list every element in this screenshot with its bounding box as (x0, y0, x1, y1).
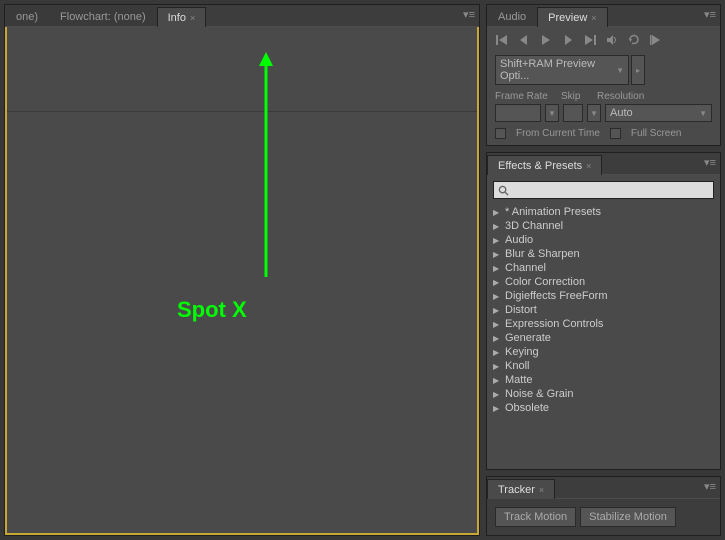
tree-item-label: Noise & Grain (505, 388, 573, 400)
tree-item[interactable]: ▶ Expression Controls (493, 317, 714, 331)
tree-item[interactable]: ▶ * Animation Presets (493, 205, 714, 219)
prev-frame-icon[interactable] (517, 33, 531, 47)
chevron-right-icon: ▶ (493, 222, 501, 231)
chevron-right-icon: ▶ (493, 376, 501, 385)
tracker-panel: Tracker × ▾≡ Track Motion Stabilize Moti… (486, 476, 721, 536)
tree-item-label: Audio (505, 234, 533, 246)
chevron-right-icon: ▶ (493, 362, 501, 371)
tree-item-label: Obsolete (505, 402, 549, 414)
panel-menu-icon[interactable]: ▾≡ (704, 156, 716, 169)
panel-menu-icon[interactable]: ▾≡ (463, 8, 475, 21)
tab-flowchart[interactable]: Flowchart: (none) (49, 6, 157, 26)
tree-item[interactable]: ▶ Knoll (493, 359, 714, 373)
tree-item-label: Expression Controls (505, 318, 603, 330)
chevron-right-icon: ▶ (493, 292, 501, 301)
effects-search-input[interactable] (513, 184, 709, 196)
search-icon (498, 185, 509, 196)
panel-menu-icon[interactable]: ▾≡ (704, 480, 716, 493)
close-icon[interactable]: × (539, 485, 544, 495)
tree-item-label: Matte (505, 374, 533, 386)
tab-one[interactable]: one) (5, 6, 49, 26)
skip-label: Skip (561, 91, 591, 102)
chevron-right-icon: ▶ (493, 306, 501, 315)
frame-rate-field[interactable] (495, 104, 541, 122)
tree-item-label: Digieffects FreeForm (505, 290, 608, 302)
ram-preview-icon[interactable] (649, 33, 663, 47)
tree-item-label: Blur & Sharpen (505, 248, 580, 260)
transport-controls (495, 33, 712, 47)
effects-search[interactable] (493, 181, 714, 199)
from-current-time-checkbox[interactable] (495, 128, 506, 139)
effects-panel: Effects & Presets × ▾≡ ▶ * Animation Pres… (486, 152, 721, 470)
chevron-right-icon: ▶ (493, 278, 501, 287)
tree-item[interactable]: ▶ Noise & Grain (493, 387, 714, 401)
chevron-right-icon: ▶ (493, 404, 501, 413)
from-current-time-label: From Current Time (516, 128, 600, 139)
play-icon[interactable] (539, 33, 553, 47)
panel-menu-icon[interactable]: ▾≡ (704, 8, 716, 21)
resolution-dropdown[interactable]: Auto▼ (605, 104, 712, 122)
tree-item[interactable]: ▶ Channel (493, 261, 714, 275)
preview-options-flyout[interactable]: ▸ (631, 55, 645, 85)
tree-item[interactable]: ▶ Color Correction (493, 275, 714, 289)
tree-item-label: * Animation Presets (505, 206, 601, 218)
skip-stepper[interactable]: ▼ (587, 104, 601, 122)
chevron-right-icon: ▶ (493, 208, 501, 217)
close-icon[interactable]: × (586, 161, 591, 171)
chevron-right-icon: ▶ (493, 348, 501, 357)
tree-item-label: 3D Channel (505, 220, 563, 232)
effects-tree: ▶ * Animation Presets ▶ 3D Channel ▶ Audio ▶ Bl… (491, 205, 716, 419)
tree-item-label: Keying (505, 346, 539, 358)
right-column: Audio Preview × ▾≡ (486, 4, 721, 536)
next-frame-icon[interactable] (561, 33, 575, 47)
tree-item-label: Channel (505, 262, 546, 274)
tab-audio[interactable]: Audio (487, 6, 537, 26)
first-frame-icon[interactable] (495, 33, 509, 47)
frame-rate-label: Frame Rate (495, 91, 555, 102)
tree-item[interactable]: ▶ Digieffects FreeForm (493, 289, 714, 303)
close-icon[interactable]: × (190, 13, 195, 23)
mute-icon[interactable] (605, 33, 619, 47)
tree-item[interactable]: ▶ Keying (493, 345, 714, 359)
main-panel: one) Flowchart: (none) Info × ▾≡ Spot X (4, 4, 480, 536)
preview-options-dropdown[interactable]: Shift+RAM Preview Opti...▼ (495, 55, 629, 85)
tree-item-label: Knoll (505, 360, 529, 372)
resolution-label: Resolution (597, 91, 644, 102)
chevron-right-icon: ▶ (493, 236, 501, 245)
full-screen-checkbox[interactable] (610, 128, 621, 139)
tree-item[interactable]: ▶ Generate (493, 331, 714, 345)
tree-item[interactable]: ▶ Obsolete (493, 401, 714, 415)
chevron-right-icon: ▶ (493, 320, 501, 329)
main-tab-bar: one) Flowchart: (none) Info × ▾≡ (5, 5, 479, 27)
tree-item[interactable]: ▶ 3D Channel (493, 219, 714, 233)
tree-item[interactable]: ▶ Audio (493, 233, 714, 247)
stabilize-motion-button[interactable]: Stabilize Motion (580, 507, 676, 527)
tree-item[interactable]: ▶ Distort (493, 303, 714, 317)
chevron-right-icon: ▶ (493, 250, 501, 259)
tab-info[interactable]: Info × (157, 7, 207, 27)
frame-rate-stepper[interactable]: ▼ (545, 104, 559, 122)
loop-icon[interactable] (627, 33, 641, 47)
chevron-right-icon: ▶ (493, 264, 501, 273)
chevron-right-icon: ▶ (493, 390, 501, 399)
chevron-right-icon: ▶ (493, 334, 501, 343)
full-screen-label: Full Screen (631, 128, 682, 139)
annotation-label: Spot X (177, 297, 247, 323)
tree-item[interactable]: ▶ Matte (493, 373, 714, 387)
preview-panel: Audio Preview × ▾≡ (486, 4, 721, 146)
close-icon[interactable]: × (591, 13, 596, 23)
tree-item-label: Color Correction (505, 276, 585, 288)
tree-item-label: Generate (505, 332, 551, 344)
track-motion-button[interactable]: Track Motion (495, 507, 576, 527)
tab-effects-presets[interactable]: Effects & Presets × (487, 155, 602, 175)
last-frame-icon[interactable] (583, 33, 597, 47)
tab-preview[interactable]: Preview × (537, 7, 607, 27)
tree-item[interactable]: ▶ Blur & Sharpen (493, 247, 714, 261)
skip-field[interactable] (563, 104, 583, 122)
tree-item-label: Distort (505, 304, 537, 316)
info-panel-content: Spot X (5, 27, 479, 535)
tab-tracker[interactable]: Tracker × (487, 479, 555, 499)
